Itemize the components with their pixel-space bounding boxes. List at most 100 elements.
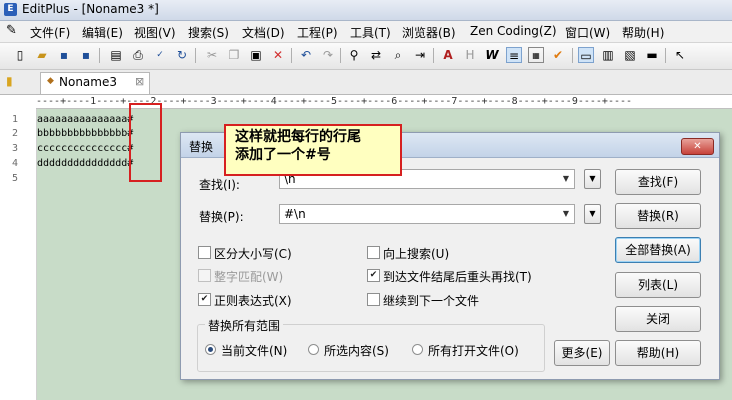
window-layout-icon[interactable]: ▭	[578, 47, 594, 63]
code-line: bbbbbbbbbbbbbbb#	[37, 128, 134, 139]
find-button[interactable]: 查找(F)	[615, 169, 701, 195]
line-number-toggle-icon[interactable]: ≡	[506, 47, 522, 63]
print-icon[interactable]: ⎙	[130, 47, 146, 63]
scope-selection-label: 所选内容(S)	[324, 344, 389, 358]
hex-viewer-icon[interactable]: H	[462, 47, 478, 63]
menu-tools[interactable]: 工具(T)	[350, 24, 391, 41]
more-button[interactable]: 更多(E)	[554, 340, 610, 366]
regex-checkbox[interactable]: ✔	[198, 293, 211, 306]
line-number: 5	[12, 173, 19, 184]
menu-help[interactable]: 帮助(H)	[622, 24, 664, 41]
find-options-dropdown-button[interactable]: ▼	[584, 169, 601, 189]
dialog-title: 替换	[189, 140, 214, 154]
next-file-label: 继续到下一个文件	[383, 294, 480, 308]
save-all-icon[interactable]: ▪	[78, 47, 94, 63]
replace-all-button[interactable]: 全部替换(A)	[615, 237, 701, 263]
help-button[interactable]: 帮助(H)	[615, 340, 701, 366]
whole-word-checkbox[interactable]	[198, 269, 211, 282]
menu-zen-coding[interactable]: Zen Coding(Z)	[470, 24, 557, 38]
menu-project[interactable]: 工程(P)	[297, 24, 338, 41]
tab-noname3[interactable]: ◆ Noname3 ⊠	[40, 72, 150, 94]
match-case-label: 区分大小写(C)	[214, 247, 292, 261]
cut-icon[interactable]: ✂	[204, 47, 220, 63]
scope-current-file-label: 当前文件(N)	[221, 344, 288, 358]
callout-line-1: 这样就把每行的行尾	[235, 129, 361, 145]
line-number-gutter: 1 2 3 4 5	[0, 95, 37, 400]
replace-input-value: #\n	[284, 207, 306, 221]
wrap-around-label: 到达文件结尾后重头再找(T)	[383, 270, 532, 284]
paste-icon[interactable]: ▣	[248, 47, 264, 63]
next-file-checkbox[interactable]	[367, 293, 380, 306]
match-case-checkbox[interactable]	[198, 246, 211, 259]
delete-icon[interactable]: ✕	[270, 47, 286, 63]
window-title: EditPlus - [Noname3 *]	[22, 2, 159, 16]
wrap-around-checkbox[interactable]: ✔	[367, 269, 380, 282]
code-line: ddddddddddddddd#	[37, 158, 134, 169]
replace-icon[interactable]: ⇄	[368, 47, 384, 63]
print-preview-icon[interactable]: ▤	[108, 47, 124, 63]
search-up-checkbox[interactable]	[367, 246, 380, 259]
open-folder-icon[interactable]: ▰	[34, 47, 50, 63]
combo-arrow-icon[interactable]: ▼	[558, 170, 574, 188]
find-in-files-icon[interactable]: ⌕	[390, 47, 406, 63]
scope-group-title: 替换所有范围	[205, 317, 284, 334]
find-icon[interactable]: ⚲	[346, 47, 362, 63]
refresh-icon[interactable]: ↻	[174, 47, 190, 63]
close-button[interactable]: 关闭	[615, 306, 701, 332]
menu-view[interactable]: 视图(V)	[134, 24, 176, 41]
scope-all-open-label: 所有打开文件(O)	[428, 344, 519, 358]
menu-file[interactable]: 文件(F)	[30, 24, 70, 41]
scope-selection-radio[interactable]	[308, 344, 319, 355]
menu-bar: ✎ 文件(F) 编辑(E) 视图(V) 搜索(S) 文档(D) 工程(P) 工具…	[0, 21, 732, 43]
tab-close-icon[interactable]: ⊠	[135, 75, 144, 88]
line-number: 1	[12, 114, 19, 125]
document-icon: ◆	[47, 76, 54, 86]
scope-current-file-radio[interactable]	[205, 344, 216, 355]
code-line: aaaaaaaaaaaaaaa#	[37, 114, 134, 125]
context-help-icon[interactable]: ↖	[672, 47, 688, 63]
copy-icon[interactable]: ❐	[226, 47, 242, 63]
font-icon[interactable]: A	[440, 47, 456, 63]
find-label: 查找(I):	[199, 178, 240, 192]
line-number: 4	[12, 158, 19, 169]
directory-window-icon[interactable]: ▥	[600, 47, 616, 63]
list-button[interactable]: 列表(L)	[615, 272, 701, 298]
tab-label: Noname3	[59, 75, 117, 89]
word-wrap-icon[interactable]: W	[484, 47, 500, 63]
new-file-icon[interactable]: ▯	[12, 47, 28, 63]
combo-arrow-icon[interactable]: ▼	[558, 205, 574, 223]
replace-button[interactable]: 替换(R)	[615, 203, 701, 229]
whole-word-label: 整字匹配(W)	[214, 270, 284, 284]
highlight-box	[129, 103, 162, 182]
menu-window[interactable]: 窗口(W)	[565, 24, 610, 41]
check-mark-icon[interactable]: ✔	[550, 47, 566, 63]
redo-icon[interactable]: ↷	[320, 47, 336, 63]
scope-all-open-radio[interactable]	[412, 344, 423, 355]
menu-document[interactable]: 文档(D)	[242, 24, 285, 41]
ruler-toggle-icon[interactable]: ▦	[528, 47, 544, 63]
goto-line-icon[interactable]: ⇥	[412, 47, 428, 63]
output-window-icon[interactable]: ▬	[644, 47, 660, 63]
menu-browser[interactable]: 浏览器(B)	[402, 24, 456, 41]
search-up-label: 向上搜索(U)	[383, 247, 450, 261]
save-icon[interactable]: ▪	[56, 47, 72, 63]
line-number: 2	[12, 128, 19, 139]
replace-input[interactable]: #\n ▼	[279, 204, 575, 224]
pencil-icon: ✎	[6, 23, 17, 38]
cliptext-window-icon[interactable]: ▧	[622, 47, 638, 63]
editplus-app-icon: E	[4, 3, 17, 16]
callout-line-2: 添加了一个#号	[235, 147, 331, 163]
code-line: ccccccccccccccc#	[37, 143, 134, 154]
title-bar: E EditPlus - [Noname3 *]	[0, 0, 732, 21]
regex-label: 正则表达式(X)	[214, 294, 292, 308]
replace-label: 替换(P):	[199, 210, 244, 224]
spellcheck-icon[interactable]: ✓	[152, 47, 168, 63]
menu-edit[interactable]: 编辑(E)	[82, 24, 123, 41]
folder-icon[interactable]: ▮	[6, 74, 13, 88]
document-tab-bar: ▮ ◆ Noname3 ⊠	[0, 70, 732, 95]
undo-icon[interactable]: ↶	[298, 47, 314, 63]
replace-options-dropdown-button[interactable]: ▼	[584, 204, 601, 224]
dialog-close-icon[interactable]: ✕	[681, 138, 714, 155]
line-number: 3	[12, 143, 19, 154]
menu-search[interactable]: 搜索(S)	[188, 24, 229, 41]
